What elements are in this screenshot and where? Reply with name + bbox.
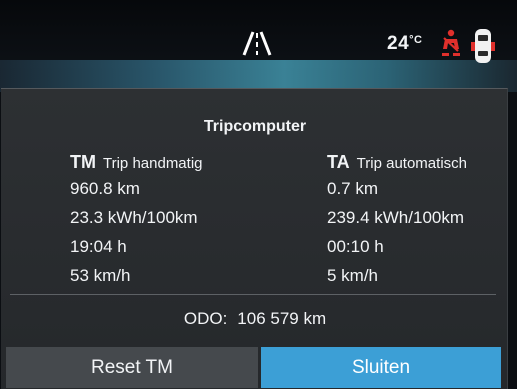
trip-auto-name: Trip automatisch [356, 155, 467, 172]
lane-line-right [259, 31, 272, 56]
trip-auto-consumption: 239.4 kWh/100km [327, 208, 465, 227]
trip-manual-abbr: TM [70, 152, 96, 172]
trip-auto-speed: 5 km/h [327, 266, 379, 285]
temperature-unit: °C [409, 34, 423, 46]
trip-auto-header: TA Trip automatisch [327, 150, 467, 174]
trip-manual-header: TM Trip handmatig [70, 150, 203, 174]
lane-assist-icon [242, 31, 272, 56]
odometer-label: ODO: [183, 309, 228, 328]
trip-manual-name: Trip handmatig [103, 155, 203, 172]
close-button[interactable]: Sluiten [261, 347, 501, 388]
odometer-value: 106 579 km [237, 309, 327, 328]
trip-auto-column: TA Trip automatisch 0.7 km 239.4 kWh/100k… [327, 150, 467, 290]
trip-manual-distance: 960.8 km [70, 179, 140, 198]
divider [10, 294, 496, 295]
seatbelt-warning-icon [442, 29, 460, 56]
trip-manual-time: 19:04 h [70, 237, 127, 256]
trip-auto-distance: 0.7 km [327, 179, 379, 198]
car-doors-icon [471, 29, 495, 63]
trip-auto-abbr: TA [327, 152, 350, 172]
reset-tm-button[interactable]: Reset TM [6, 347, 258, 388]
outside-temperature: 24°C [387, 33, 422, 55]
trip-manual-consumption: 23.3 kWh/100km [70, 208, 198, 227]
temperature-value: 24 [387, 33, 410, 54]
trip-manual-column: TM Trip handmatig 960.8 km 23.3 kWh/100km… [70, 150, 203, 290]
dialog-title: Tripcomputer [203, 118, 307, 135]
lane-line-left [242, 31, 255, 56]
trip-manual-speed: 53 km/h [70, 266, 131, 285]
odometer: ODO: 106 579 km [0, 309, 510, 329]
trip-auto-time: 00:10 h [327, 237, 384, 256]
